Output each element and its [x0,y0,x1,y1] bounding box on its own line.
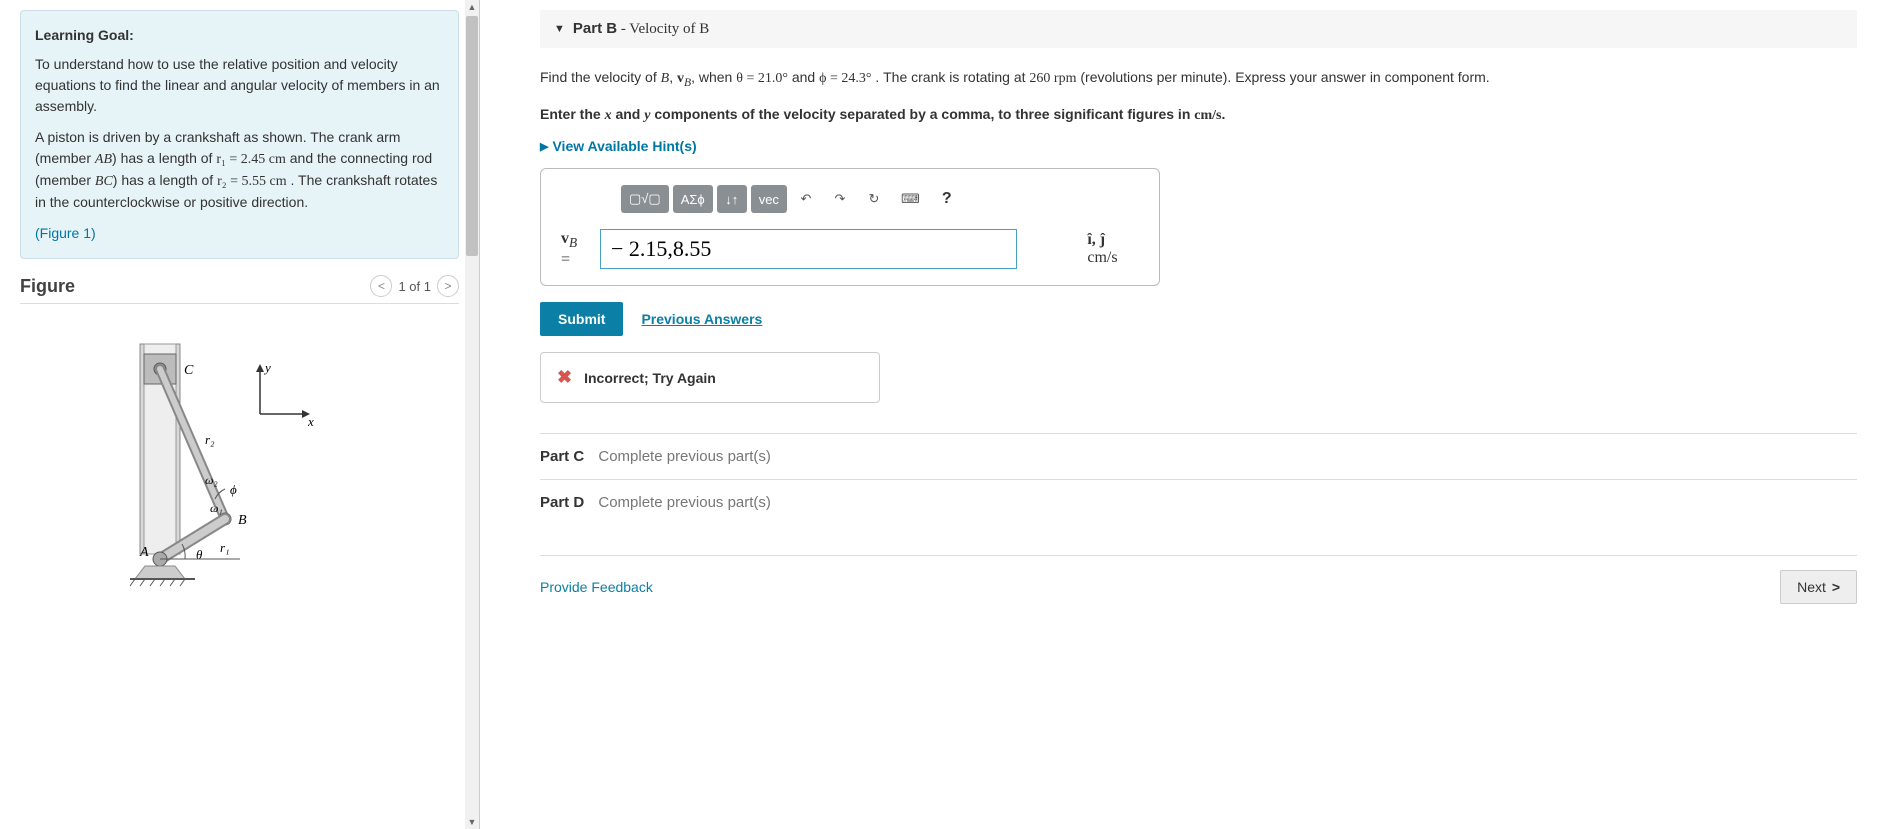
keyboard-button[interactable]: ⌨ [893,185,928,213]
svg-text:B: B [238,513,247,528]
learning-goal-title: Learning Goal: [35,25,444,46]
instruction-text: Enter the x and y components of the velo… [540,106,1857,124]
part-c-subtitle: Complete previous part(s) [598,448,771,465]
pager-text: 1 of 1 [398,279,431,294]
answer-box: ▢√▢ ΑΣϕ ↓↑ vec ↶ ↷ ↻ ⌨ ? vB = î, ĵ cm/s [540,168,1160,286]
figure-pager: < 1 of 1 > [370,275,459,297]
figure-diagram: C r₂ ϕ ω₂ ω₁ B r₁ θ A [110,334,370,614]
svg-text:y: y [263,360,271,375]
answer-input[interactable] [600,229,1017,269]
part-d-row: Part D Complete previous part(s) [540,479,1857,525]
svg-text:ω₁: ω₁ [210,501,223,515]
provide-feedback-link[interactable]: Provide Feedback [540,579,653,595]
footer-row: Provide Feedback Next > [540,555,1857,604]
undo-button[interactable]: ↶ [791,185,821,213]
scroll-up-icon[interactable]: ▲ [465,0,479,14]
figure-title: Figure [20,276,75,297]
part-d-subtitle: Complete previous part(s) [598,494,771,511]
part-c-label: Part C [540,448,584,465]
pager-next-button[interactable]: > [437,275,459,297]
pager-prev-button[interactable]: < [370,275,392,297]
svg-text:r₂: r₂ [205,432,215,447]
help-button[interactable]: ? [932,185,962,213]
templates-button[interactable]: ▢√▢ [621,185,669,213]
incorrect-icon: ✖ [557,367,572,388]
figure-header: Figure < 1 of 1 > [20,275,459,304]
redo-button[interactable]: ↷ [825,185,855,213]
left-scrollbar[interactable]: ▲ ▼ [465,0,479,829]
feedback-message: Incorrect; Try Again [584,370,716,386]
part-b-label: Part B [573,20,617,37]
view-hints-button[interactable]: ▶ View Available Hint(s) [540,138,1857,154]
feedback-box: ✖ Incorrect; Try Again [540,352,880,403]
caret-down-icon: ▼ [554,23,565,35]
submit-button[interactable]: Submit [540,302,623,336]
part-c-row: Part C Complete previous part(s) [540,433,1857,479]
equation-toolbar: ▢√▢ ΑΣϕ ↓↑ vec ↶ ↷ ↻ ⌨ ? [621,185,1139,213]
learning-goal-box: Learning Goal: To understand how to use … [20,10,459,259]
learning-goal-text: To understand how to use the relative po… [35,54,444,117]
svg-text:ϕ: ϕ [230,482,237,497]
svg-text:ω₂: ω₂ [205,473,218,487]
scrollbar-thumb[interactable] [466,16,478,256]
svg-text:C: C [184,363,194,378]
subscript-button[interactable]: ↓↑ [717,185,747,213]
right-panel: ▼ Part B - Velocity of B Find the veloci… [480,0,1887,829]
svg-text:x: x [307,414,314,429]
part-d-label: Part D [540,494,584,511]
svg-text:A: A [139,545,149,560]
left-panel: Learning Goal: To understand how to use … [0,0,480,829]
answer-input-row: vB = î, ĵ cm/s [561,229,1139,269]
scroll-down-icon[interactable]: ▼ [465,815,479,829]
submit-row: Submit Previous Answers [540,302,1857,336]
next-button[interactable]: Next > [1780,570,1857,604]
greek-button[interactable]: ΑΣϕ [673,185,713,213]
triangle-right-icon: ▶ [540,140,548,153]
svg-text:θ: θ [196,547,203,562]
question-text: Find the velocity of B, vB, when θ = 21.… [540,66,1857,92]
unit-label: î, ĵ cm/s [1087,231,1139,267]
reset-button[interactable]: ↻ [859,185,889,213]
previous-answers-link[interactable]: Previous Answers [641,311,762,327]
figure-link[interactable]: (Figure 1) [35,225,96,241]
svg-text:r₁: r₁ [220,540,230,555]
vector-button[interactable]: vec [751,185,787,213]
problem-statement: A piston is driven by a crankshaft as sh… [35,127,444,213]
part-b-header[interactable]: ▼ Part B - Velocity of B [540,10,1857,48]
input-variable-label: vB = [561,230,590,269]
